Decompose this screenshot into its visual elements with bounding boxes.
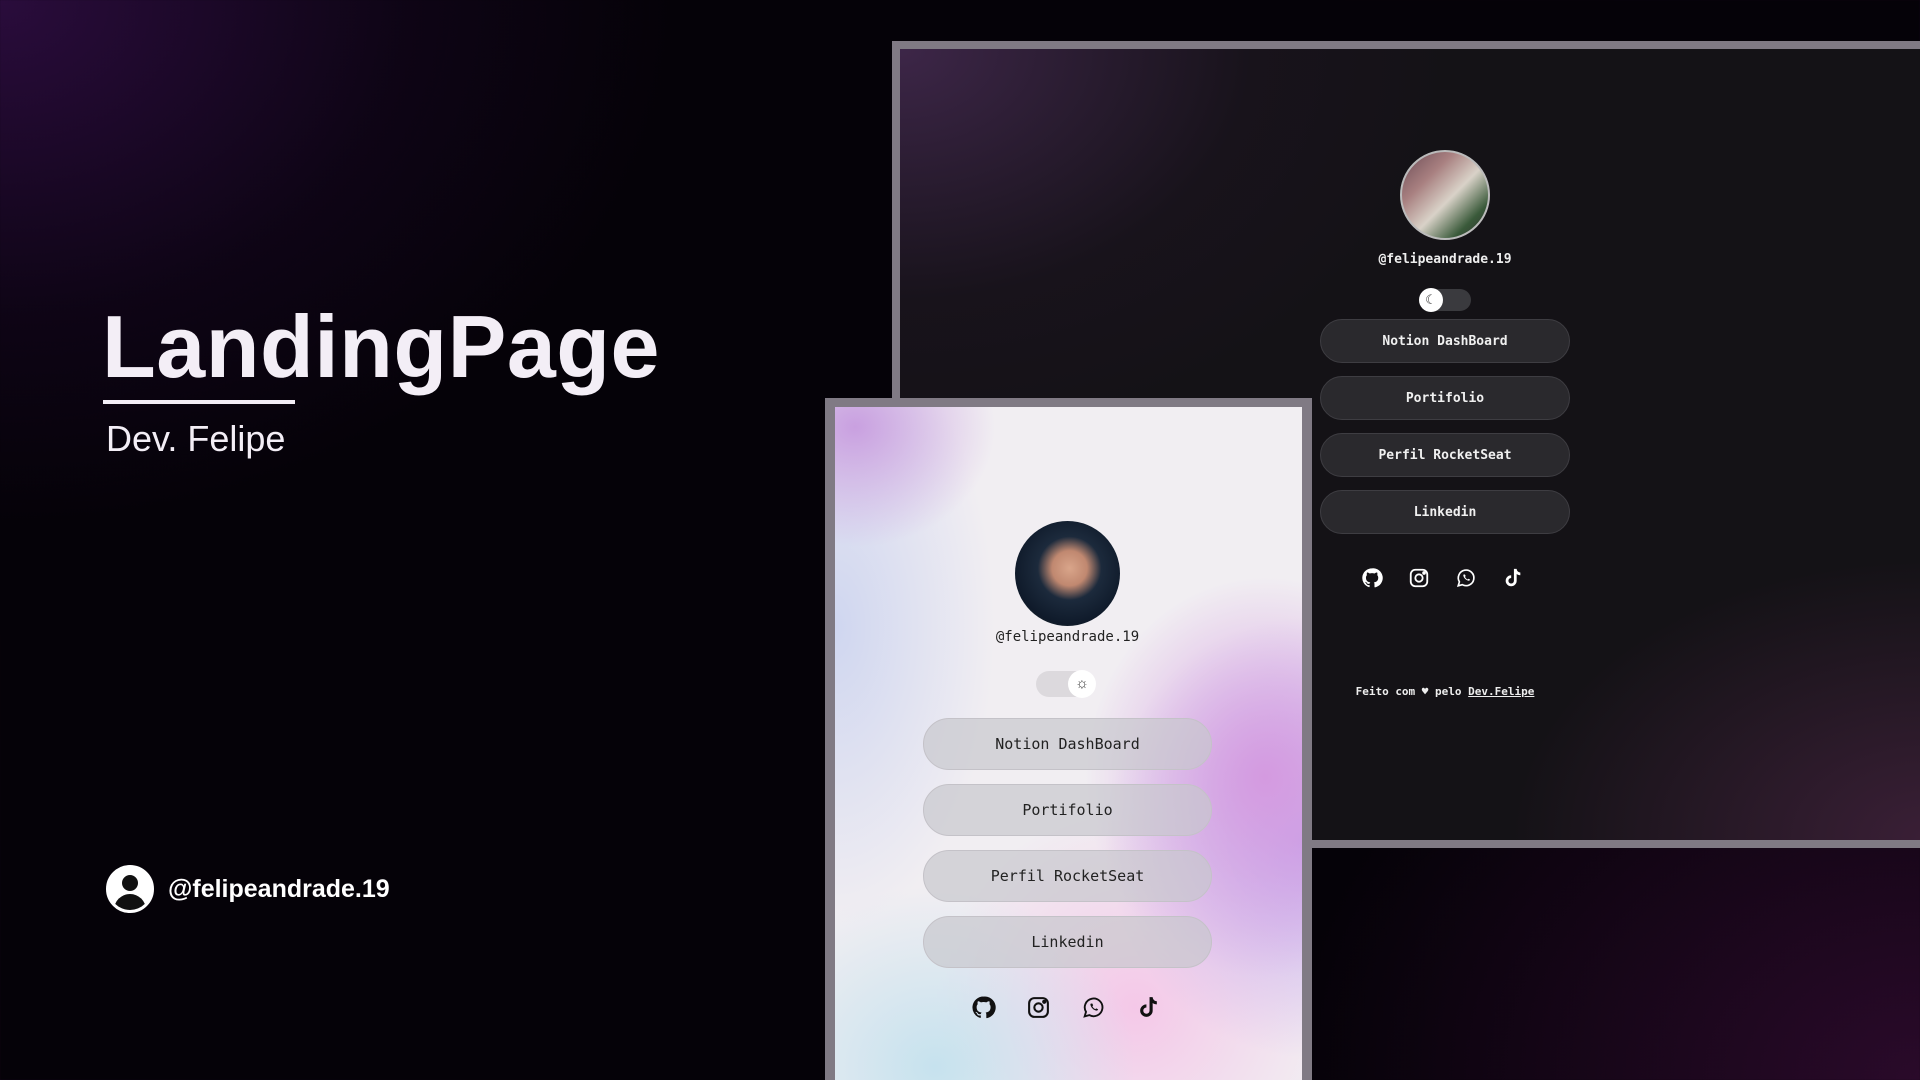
hero-subtitle: Dev. Felipe [106, 418, 286, 459]
instagram-icon[interactable] [1405, 564, 1433, 592]
linkedin-button[interactable]: Linkedin [1320, 490, 1570, 534]
whatsapp-icon[interactable] [1452, 564, 1480, 592]
sun-icon: ☼ [1068, 670, 1096, 698]
portfolio-button[interactable]: Portifolio [923, 784, 1212, 836]
footer-link[interactable]: Dev.Felipe [1468, 685, 1534, 698]
user-icon [106, 865, 154, 913]
rocketseat-profile-button[interactable]: Perfil RocketSeat [1320, 433, 1570, 477]
tiktok-icon[interactable] [1134, 993, 1162, 1021]
footer-text: Feito com ♥ pelo [1355, 685, 1469, 698]
hero-title: LandingPage [102, 297, 660, 396]
light-page: @felipeandrade.19 ☼ Notion DashBoard Por… [835, 407, 1302, 1080]
linkedin-button[interactable]: Linkedin [923, 916, 1212, 968]
rocketseat-profile-button[interactable]: Perfil RocketSeat [923, 850, 1212, 902]
instagram-icon[interactable] [1024, 993, 1052, 1021]
author-handle-row: @felipeandrade.19 [106, 865, 390, 913]
tiktok-icon[interactable] [1499, 564, 1527, 592]
profile-handle: @felipeandrade.19 [995, 629, 1140, 645]
notion-dashboard-button[interactable]: Notion DashBoard [923, 718, 1212, 770]
title-underline [103, 400, 295, 404]
github-icon[interactable] [1358, 564, 1386, 592]
profile-avatar [1015, 521, 1120, 626]
profile-handle: @felipeandrade.19 [1378, 252, 1512, 267]
portfolio-button[interactable]: Portifolio [1320, 376, 1570, 420]
github-icon[interactable] [969, 993, 997, 1021]
footer-credit: Feito com ♥ pelo Dev.Felipe [1320, 685, 1570, 698]
author-handle: @felipeandrade.19 [168, 874, 390, 903]
social-links [969, 993, 1162, 1021]
moon-icon: ☾ [1419, 288, 1443, 312]
light-theme-preview: @felipeandrade.19 ☼ Notion DashBoard Por… [825, 398, 1312, 1080]
whatsapp-icon[interactable] [1079, 993, 1107, 1021]
profile-avatar [1400, 150, 1490, 240]
theme-toggle[interactable]: ☾ [1419, 288, 1471, 312]
social-links [1358, 564, 1527, 592]
notion-dashboard-button[interactable]: Notion DashBoard [1320, 319, 1570, 363]
theme-toggle[interactable]: ☼ [1036, 670, 1096, 698]
